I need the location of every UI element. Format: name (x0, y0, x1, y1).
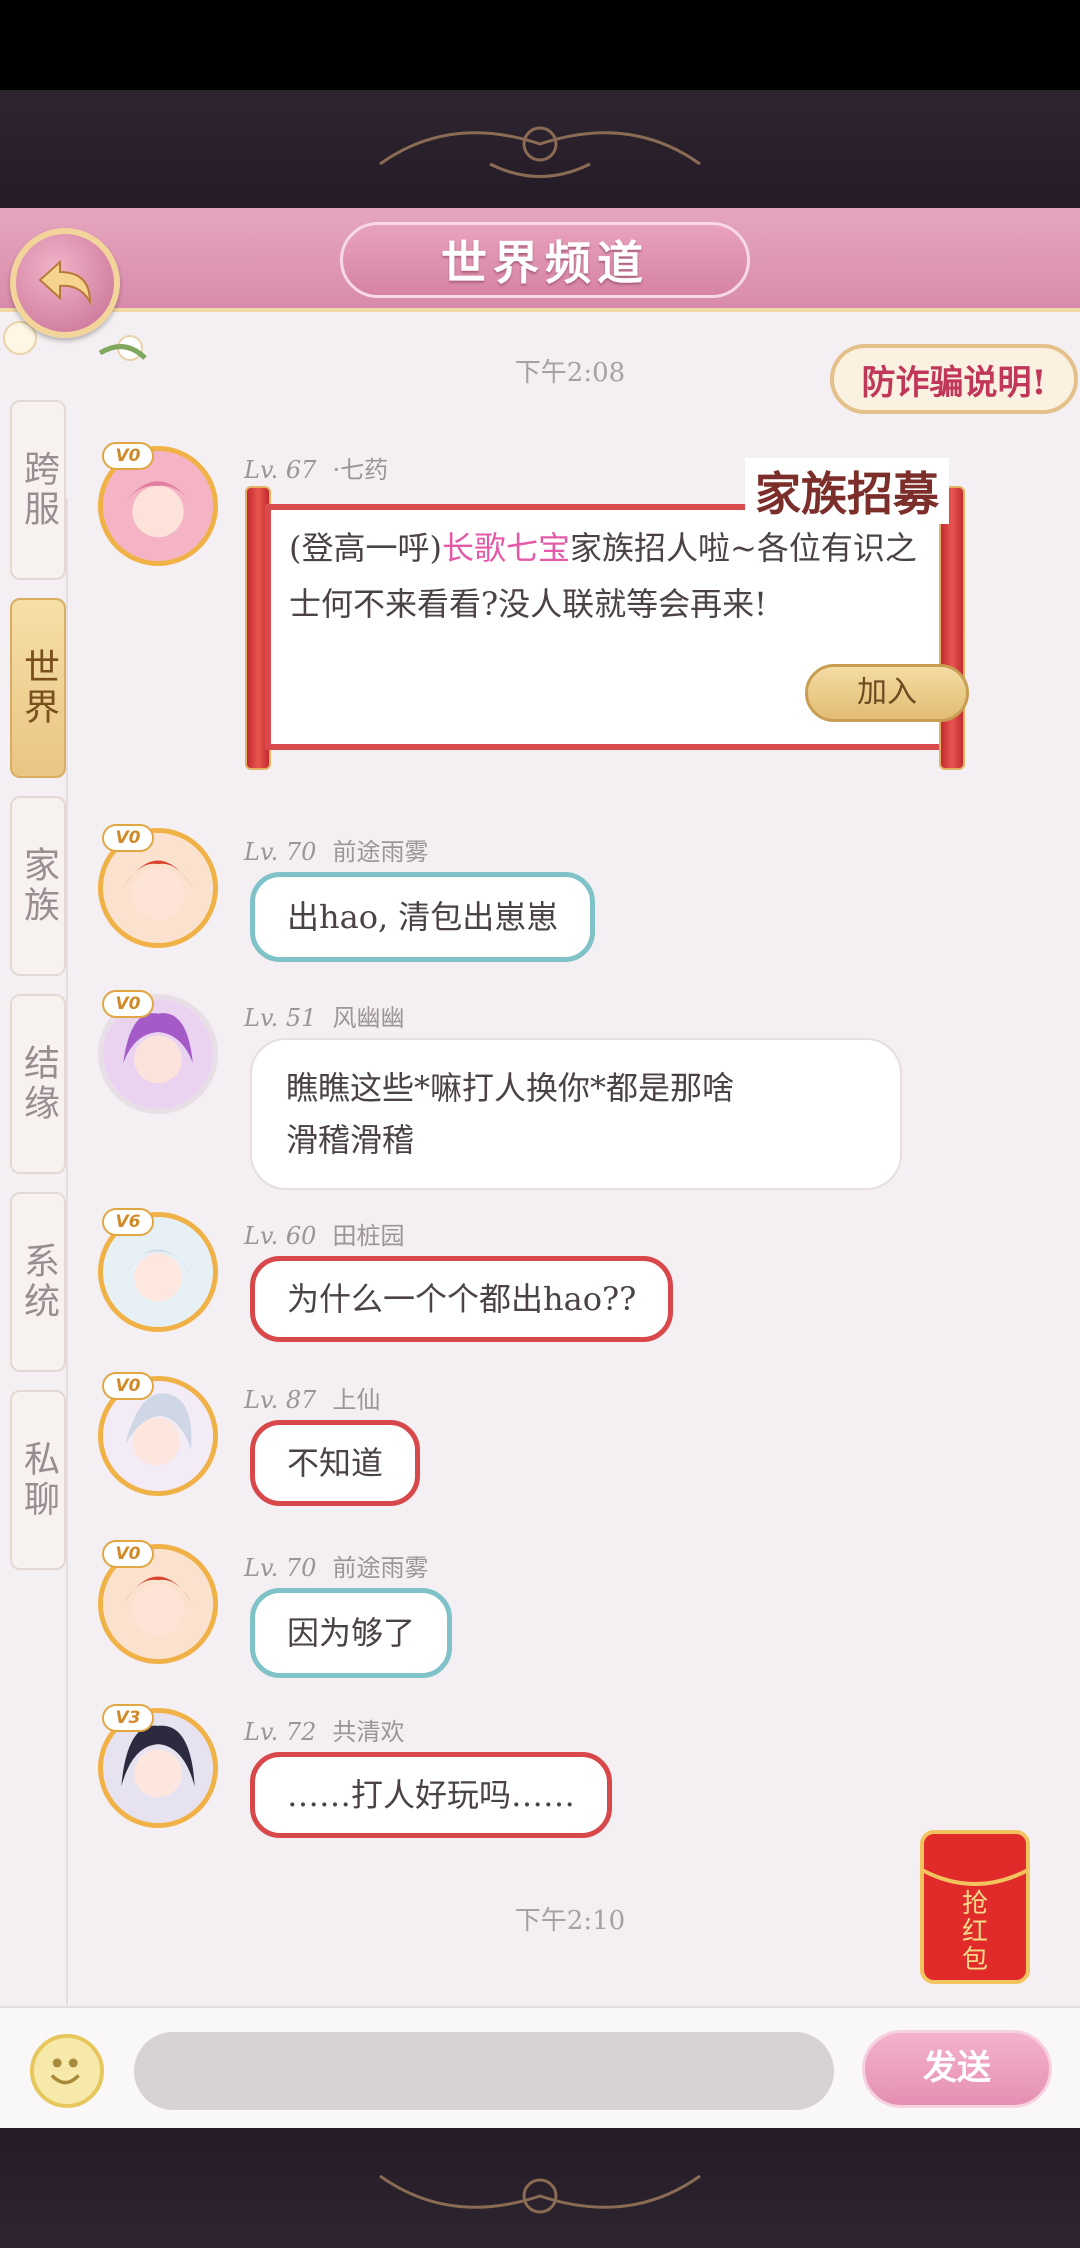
sender-name[interactable]: 田桩园 (332, 1222, 404, 1250)
input-bar: 发送 (0, 2006, 1080, 2128)
vip-badge: V0 (102, 442, 154, 470)
ornament-icon (379, 126, 701, 178)
tab-label: 结缘 (18, 1044, 59, 1124)
message-line: 滑稽滑稽 (286, 1121, 415, 1159)
emoji-button[interactable] (30, 2034, 104, 2108)
back-button[interactable] (10, 228, 120, 338)
sender-name[interactable]: 前途雨雾 (332, 838, 428, 866)
sender-level: Lv. 67 (244, 456, 317, 484)
message-bubble[interactable]: ……打人好玩吗…… (250, 1752, 613, 1838)
sender-meta: Lv. 67 ·七药 (244, 450, 388, 485)
title-bar: 世界频道 (0, 208, 1080, 312)
sender-level: Lv. 72 (244, 1718, 317, 1746)
vip-badge: V6 (102, 1208, 154, 1236)
vip-badge: V0 (102, 1372, 154, 1400)
anti-fraud-button[interactable]: 防诈骗说明! (830, 344, 1078, 414)
title-plate: 世界频道 (340, 222, 750, 298)
back-arrow-icon (38, 259, 92, 306)
tab-cross-server[interactable]: 跨服 (10, 400, 66, 580)
sender-level: Lv. 70 (244, 838, 317, 866)
tab-label: 系统 (18, 1242, 59, 1322)
recruit-title: 家族招募 (745, 458, 949, 524)
red-envelope-label-1: 抢 (962, 1889, 988, 1919)
page-title: 世界频道 (441, 236, 649, 290)
vip-badge: V3 (102, 1704, 154, 1732)
family-recruit-card: 家族招募 (登高一呼)长歌七宝家族招人啦~各位有识之士何不来看看?没人联就等会再… (245, 458, 969, 770)
message-bubble[interactable]: 出hao, 清包出崽崽 (250, 872, 596, 962)
sender-name[interactable]: ·七药 (332, 456, 388, 484)
recruit-family-name[interactable]: 长歌七宝 (442, 529, 570, 567)
status-bar (0, 0, 1080, 90)
red-envelope-label-2: 红 (962, 1917, 988, 1947)
message-bubble[interactable]: 瞧瞧这些*嘛打人换你*都是那啥 滑稽滑稽 (250, 1038, 902, 1190)
recruit-text: (登高一呼)长歌七宝家族招人啦~各位有识之士何不来看看?没人联就等会再来! (289, 520, 929, 632)
sender-meta: Lv. 87 上仙 (244, 1380, 380, 1415)
message-bubble[interactable]: 因为够了 (250, 1588, 453, 1678)
tab-label: 世界 (18, 648, 59, 728)
sender-level: Lv. 87 (244, 1386, 317, 1414)
timestamp: 下午2:10 (514, 1906, 626, 1936)
recruit-prefix: (登高一呼) (289, 529, 442, 567)
join-family-button[interactable]: 加入 (805, 664, 969, 722)
sender-meta: Lv. 70 前途雨雾 (244, 832, 428, 867)
top-decor-band (0, 90, 1080, 208)
sender-meta: Lv. 72 共清欢 (244, 1712, 404, 1747)
scroll-rod (939, 486, 965, 770)
sender-level: Lv. 60 (244, 1222, 317, 1250)
message-bubble[interactable]: 不知道 (250, 1420, 421, 1506)
red-envelope-label-3: 包 (962, 1945, 988, 1975)
vip-badge: V0 (102, 990, 154, 1018)
message-line: 瞧瞧这些*嘛打人换你*都是那啥 (286, 1069, 735, 1107)
sender-name[interactable]: 共清欢 (332, 1718, 404, 1746)
sidebar-divider (66, 498, 68, 2128)
bottom-decor-band (0, 2128, 1080, 2248)
vip-badge: V0 (102, 824, 154, 852)
sender-name[interactable]: 上仙 (332, 1386, 380, 1414)
tab-label: 跨服 (18, 450, 59, 530)
tab-family[interactable]: 家族 (10, 796, 66, 976)
message-bubble[interactable]: 为什么一个个都出hao?? (250, 1256, 674, 1342)
chat-input[interactable] (134, 2032, 834, 2110)
send-button[interactable]: 发送 (862, 2030, 1052, 2108)
tab-label: 私聊 (18, 1440, 59, 1520)
timestamp: 下午2:08 (514, 358, 626, 388)
red-envelope-button[interactable]: 抢 红 包 (900, 1812, 1050, 1992)
sender-name[interactable]: 风幽幽 (332, 1004, 404, 1032)
sender-meta: Lv. 51 风幽幽 (244, 998, 404, 1033)
sender-level: Lv. 51 (244, 1004, 317, 1032)
sender-level: Lv. 70 (244, 1554, 317, 1582)
ornament-icon (379, 2174, 701, 2214)
sender-meta: Lv. 70 前途雨雾 (244, 1548, 428, 1583)
tab-label: 家族 (18, 846, 59, 926)
tab-system[interactable]: 系统 (10, 1192, 66, 1372)
tab-private[interactable]: 私聊 (10, 1390, 66, 1570)
chat-panel: 世界频道 防诈骗说明! 跨服 世界 家族 结缘 系统 私聊 下午2:08 V0 … (0, 208, 1080, 2128)
anti-fraud-label: 防诈骗说明! (861, 362, 1047, 403)
tab-bond[interactable]: 结缘 (10, 994, 66, 1174)
sender-name[interactable]: 前途雨雾 (332, 1554, 428, 1582)
vip-badge: V0 (102, 1540, 154, 1568)
sender-meta: Lv. 60 田桩园 (244, 1216, 404, 1251)
tab-world[interactable]: 世界 (10, 598, 66, 778)
smiley-icon (50, 2058, 80, 2085)
